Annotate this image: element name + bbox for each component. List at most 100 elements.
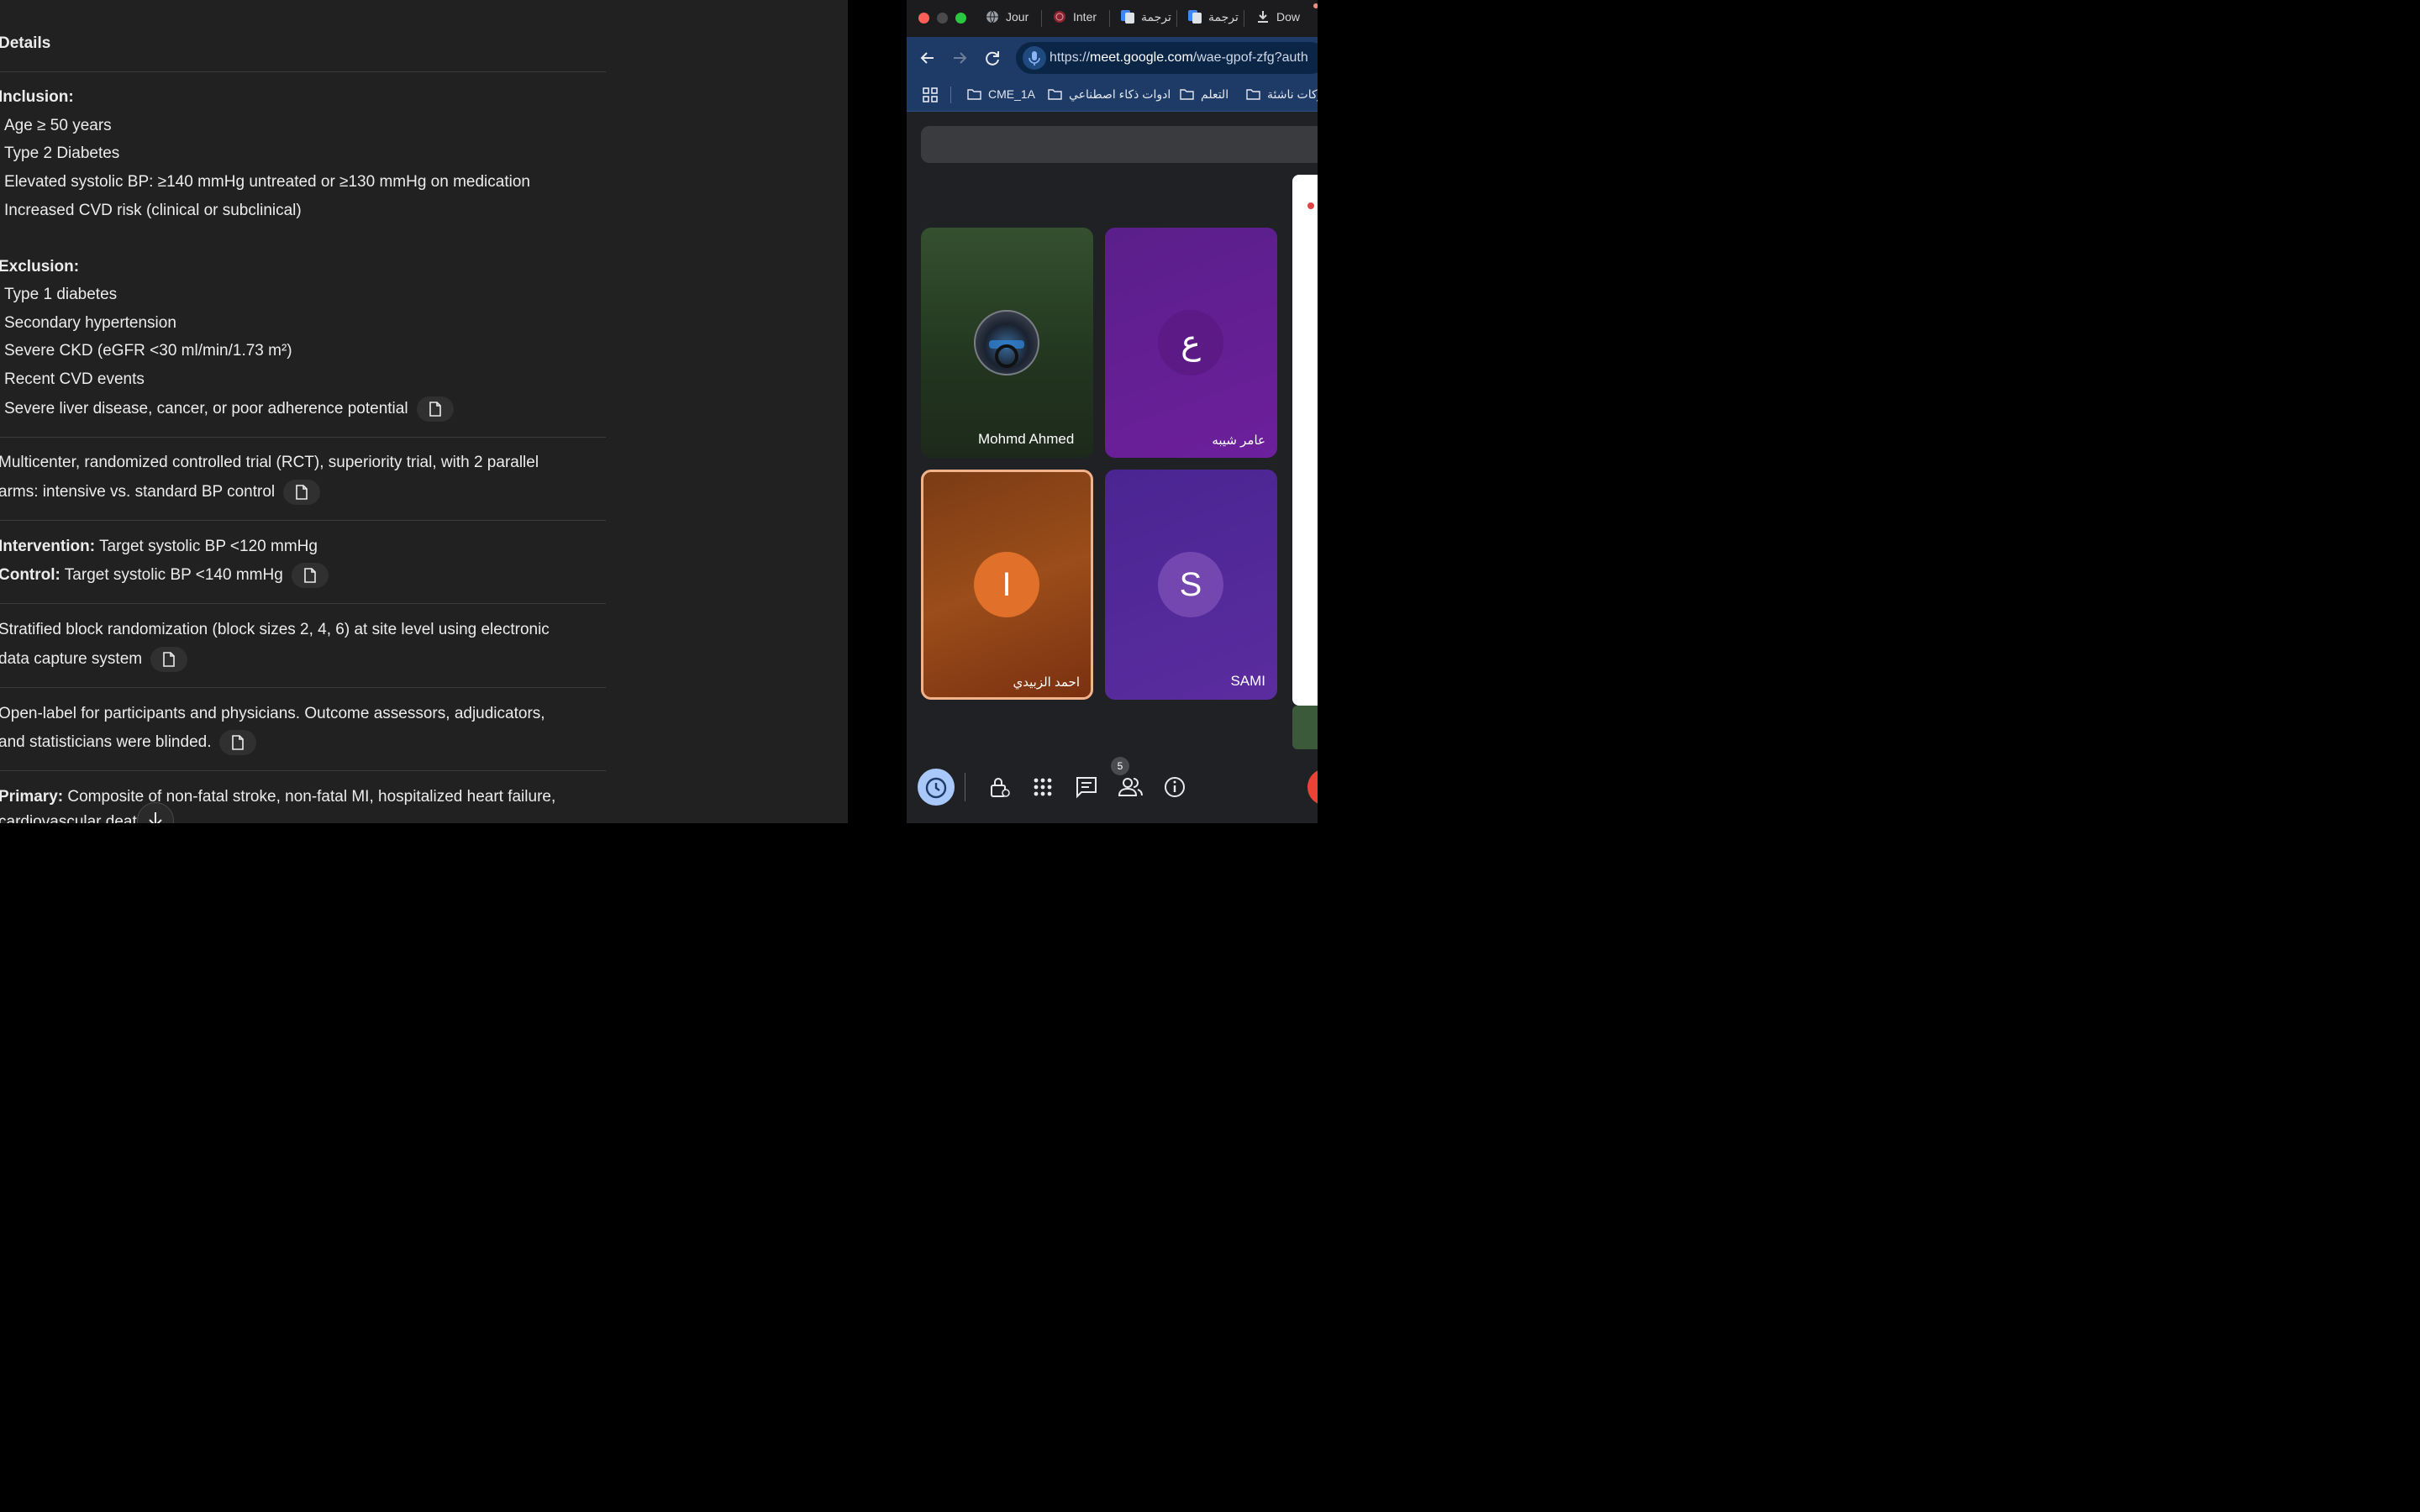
alarm-clock-icon (925, 777, 947, 799)
bookmark-label: ادوات ذكاء اصطناعي (1069, 87, 1171, 101)
participant-tile[interactable]: S SAMI (1105, 470, 1277, 700)
tab-strip: Jour Inter ترجمة ترجمة Dow (907, 0, 1318, 37)
download-icon (1258, 11, 1268, 23)
microphone-icon[interactable] (1023, 46, 1046, 70)
intervention-line: Intervention: Target systolic BP <120 mm… (0, 538, 318, 556)
folder-icon (967, 89, 981, 100)
intervention-label: Intervention: (0, 538, 96, 555)
tab-journal[interactable]: Jour (986, 10, 1028, 29)
divider (0, 603, 606, 604)
browser-toolbar: https://meet.google.com/wae-gpof-zfg?aut… (907, 37, 1318, 79)
tab-translate-2[interactable]: ترجمة (1188, 10, 1239, 29)
info-icon[interactable] (1162, 774, 1187, 800)
people-icon[interactable] (1118, 774, 1143, 800)
exclusion-item-with-citation: Severe liver disease, cancer, or poor ad… (4, 396, 454, 422)
control-line: Control: Target systolic BP <140 mmHg (0, 563, 329, 588)
bookmark-label: التعلم (1201, 87, 1229, 101)
car-dashboard-photo-icon (974, 310, 1039, 375)
design-line-text: arms: intensive vs. standard BP control (0, 483, 276, 501)
host-controls-icon[interactable] (986, 774, 1012, 800)
document-icon (429, 402, 441, 417)
leave-call-button[interactable] (1307, 769, 1318, 806)
participant-tile-active-speaker[interactable]: I احمد الزبيدي (921, 470, 1093, 700)
exclusion-item: Severe CKD (eGFR <30 ml/min/1.73 m²) (4, 342, 292, 360)
people-count-badge: 5 (1111, 757, 1129, 775)
inclusion-item: Age ≥ 50 years (4, 117, 112, 134)
url-path: /wae-gpof-zfg?auth (1192, 50, 1308, 65)
citation-button[interactable] (283, 480, 321, 505)
blinding-line: Open-label for participants and physicia… (0, 705, 545, 722)
exclusion-item: Recent CVD events (4, 370, 145, 388)
citation-button[interactable] (416, 396, 454, 422)
tab-translate-1[interactable]: ترجمة (1121, 10, 1171, 29)
citation-button[interactable] (150, 647, 188, 672)
citation-button[interactable] (219, 730, 257, 755)
participant-name: عامر شيبه (1212, 433, 1265, 448)
primary-outcome-text: Composite of non-fatal stroke, non-fatal… (63, 788, 556, 806)
divider (0, 770, 606, 771)
notification-dot (1313, 3, 1318, 8)
primary-outcome-line: Primary: Composite of non-fatal stroke, … (0, 788, 555, 806)
reload-icon (986, 51, 999, 66)
participant-tile[interactable]: Mohmd Ahmed (921, 228, 1093, 458)
participant-tile[interactable]: ع عامر شيبه (1105, 228, 1277, 458)
close-window-button[interactable] (918, 13, 929, 24)
activities-button[interactable] (918, 769, 955, 806)
participant-name: Mohmd Ahmed (978, 431, 1075, 447)
minimize-window-button[interactable] (937, 13, 948, 24)
forward-arrow-icon (954, 52, 967, 64)
participant-name: احمد الزبيدي (1013, 675, 1080, 690)
primary-outcome-line-2: cardiovascular death (0, 813, 146, 823)
google-translate-icon (1121, 10, 1134, 24)
folder-icon (1048, 89, 1062, 100)
tab-separator (1109, 10, 1110, 27)
divider (0, 71, 606, 72)
tab-downloads[interactable]: Dow (1256, 10, 1300, 29)
inclusion-item: Type 2 Diabetes (4, 144, 120, 162)
document-icon (232, 735, 245, 750)
url-text: https://meet.google.com/wae-gpof-zfg?aut… (1050, 50, 1308, 66)
tab-label: Dow (1276, 10, 1301, 24)
chat-icon[interactable] (1074, 774, 1099, 800)
shared-screen-preview[interactable] (1292, 175, 1318, 706)
intervention-text: Target systolic BP <120 mmHg (95, 538, 318, 555)
citation-button[interactable] (291, 563, 329, 588)
inclusion-item: Elevated systolic BP: ≥140 mmHg untreate… (4, 173, 530, 191)
address-bar[interactable]: https://meet.google.com/wae-gpof-zfg?aut… (1016, 42, 1318, 74)
divider (0, 520, 606, 521)
tab-label: Inter (1073, 10, 1097, 24)
participant-name: SAMI (1230, 673, 1265, 689)
meet-top-bar (921, 126, 1318, 163)
tab-label: ترجمة (1141, 10, 1171, 24)
tab-separator (1041, 10, 1042, 27)
thumbnail-preview[interactable] (1292, 706, 1318, 749)
folder-icon (1180, 89, 1194, 100)
tab-inter[interactable]: Inter (1053, 10, 1097, 29)
design-line-with-citation: arms: intensive vs. standard BP control (0, 480, 321, 505)
divider (0, 437, 606, 438)
bookmark-folder-cme[interactable]: CME_1A (967, 87, 1035, 101)
bookmark-folder-ai-tools[interactable]: ادوات ذكاء اصطناعي (1048, 87, 1171, 102)
design-line: Multicenter, randomized controlled trial… (0, 454, 539, 471)
bookmark-folder-learning[interactable]: التعلم (1180, 87, 1228, 102)
bookmark-label: CME_1A (988, 87, 1036, 101)
randomization-line: Stratified block randomization (block si… (0, 621, 550, 638)
exclusion-item: Secondary hypertension (4, 314, 176, 332)
meet-call-area: Mohmd Ahmed ع عامر شيبه I احمد الزبيدي S… (907, 112, 1318, 823)
apps-icon[interactable] (1030, 774, 1055, 800)
site-favicon-icon (1054, 11, 1065, 23)
record-dot (1307, 202, 1314, 209)
folder-icon (1246, 89, 1260, 100)
bookmark-folder-startups[interactable]: ركات ناشئة (1246, 87, 1318, 102)
back-arrow-icon (920, 52, 934, 64)
google-translate-icon (1188, 10, 1202, 24)
tab-separator (1176, 10, 1177, 27)
zoom-window-button[interactable] (955, 13, 966, 24)
exclusion-heading: Exclusion: (0, 258, 80, 276)
control-text: Target systolic BP <140 mmHg (60, 566, 283, 585)
globe-icon (986, 10, 998, 24)
apps-grid-icon (923, 87, 938, 102)
avatar: I (974, 552, 1039, 617)
blinding-line-text: and statisticians were blinded. (0, 733, 212, 752)
url-host: meet.google.com (1090, 50, 1193, 65)
